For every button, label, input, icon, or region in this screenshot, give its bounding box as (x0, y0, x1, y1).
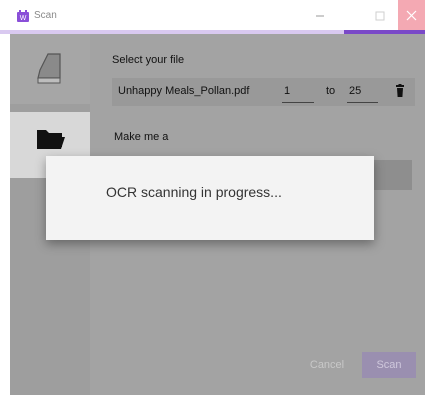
svg-text:W: W (20, 15, 27, 22)
minimize-icon (316, 15, 324, 17)
page-to-input[interactable]: 25 (349, 85, 361, 97)
cancel-button[interactable]: Cancel (300, 352, 354, 378)
scanner-icon (37, 53, 61, 84)
progress-dialog: OCR scanning in progress... (46, 156, 374, 240)
page-from-input[interactable]: 1 (284, 85, 290, 97)
to-label: to (326, 85, 336, 97)
trash-icon[interactable] (395, 84, 405, 98)
close-icon (406, 10, 417, 21)
window-title: Scan (34, 10, 57, 21)
file-name: Unhappy Meals_Pollan.pdf (118, 85, 250, 97)
scan-button[interactable]: Scan (362, 352, 416, 378)
progress-message: OCR scanning in progress... (106, 184, 282, 200)
make-label: Make me a (114, 131, 169, 143)
app-icon: W (17, 10, 29, 22)
page-to-underline (347, 102, 378, 103)
minimize-button[interactable] (304, 0, 336, 32)
maximize-button[interactable] (366, 0, 394, 32)
maximize-icon (375, 11, 385, 21)
title-bar: W Scan (0, 0, 425, 32)
page-from-underline (282, 102, 314, 103)
sidebar-item-scanner[interactable] (10, 34, 90, 104)
close-button[interactable] (398, 0, 425, 30)
select-file-label: Select your file (112, 54, 185, 66)
